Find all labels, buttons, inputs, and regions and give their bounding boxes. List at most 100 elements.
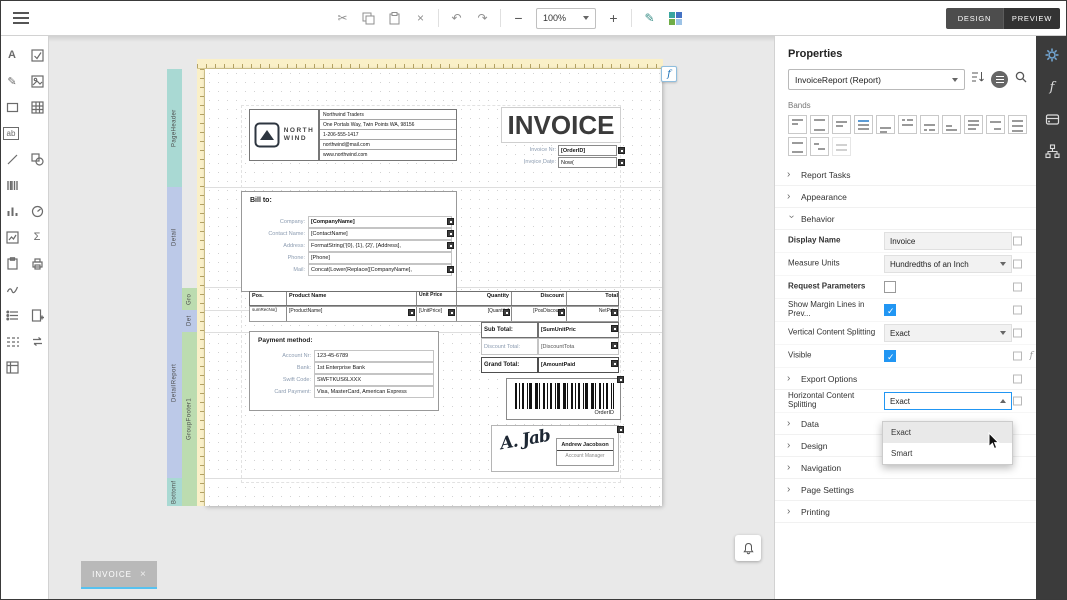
dashed-list-component-icon[interactable] [3,332,21,350]
lock-badge-icon[interactable] [617,426,624,433]
grand-total-value[interactable]: [AmountPaid [538,357,619,373]
prop-mini-checkbox[interactable] [1013,283,1022,292]
lock-badge-icon[interactable] [448,309,455,316]
lock-badge-icon[interactable] [618,159,625,166]
style-pencil-icon[interactable]: ✎ [641,10,658,27]
measure-units-select[interactable]: Hundredths of an Inch [884,255,1012,273]
checkbox-tool-icon[interactable] [28,46,46,64]
payment-row[interactable]: Bank: 1st Enterprise Bank [256,362,434,374]
display-name-input[interactable]: Invoice [884,232,1012,250]
payment-row[interactable]: Card Payment: Visa, MasterCard, American… [256,386,434,398]
header-cell[interactable]: Product Name [287,292,417,305]
hamburger-menu-icon[interactable] [13,12,29,24]
copy-icon[interactable] [360,10,377,27]
band-icon-hierarchical[interactable] [810,137,829,156]
section-export-options[interactable]: ›Export Options [775,368,1036,390]
lock-badge-icon[interactable] [447,242,454,249]
signature-tool-icon[interactable] [3,280,21,298]
components-grid-icon[interactable] [667,10,684,27]
company-info-row[interactable]: northwind@mail.com [320,140,456,150]
items-table-header[interactable]: Pos. Product Name Unit Price Quantity Di… [249,291,619,306]
section-report-tasks[interactable]: ›Report Tasks [775,164,1036,186]
discount-total-value[interactable]: [DiscountTota [538,338,619,355]
design-mode-button[interactable]: DESIGN [946,8,1003,29]
invoice-title-element[interactable]: INVOICE [501,107,621,143]
lock-badge-icon[interactable] [617,376,624,383]
prop-mini-checkbox[interactable] [1013,329,1022,338]
invoice-nr-label[interactable]: Invoice Nr: [493,145,556,156]
grand-total-row[interactable]: Grand Total: [AmountPaid [481,357,619,373]
header-cell[interactable]: Discount [512,292,567,305]
band-bottom[interactable]: Bottomf [167,478,182,506]
company-info-row[interactable]: One Portals Way, Twin Points WA, 98156 [320,120,456,130]
band-icon-report-title[interactable] [788,115,807,134]
band-detail[interactable]: Detail [167,187,182,287]
header-cell[interactable]: Unit Price [417,292,457,305]
formula-float-button[interactable]: f [661,66,677,82]
band-icon-page-footer[interactable] [942,115,961,134]
lock-badge-icon[interactable] [408,309,415,316]
bill-row[interactable]: Phone: [Phone] [248,252,452,264]
band-icon-report-summary[interactable] [964,115,983,134]
bill-row[interactable]: Contact Name: [ContactName] [248,228,452,240]
signature-element[interactable]: A. Jab Andrew Jacobson Account Manager [491,425,619,472]
invoice-date-value[interactable]: Now( [558,157,617,168]
lock-badge-icon[interactable] [447,230,454,237]
band-det[interactable]: Det [182,310,197,332]
paste-icon[interactable] [386,10,403,27]
band-icon-page-header[interactable] [810,115,829,134]
band-icon-empty[interactable] [788,137,807,156]
clipboard-tool-icon[interactable] [3,254,21,272]
band-detail-report[interactable]: DetailReport [167,287,182,478]
section-page-settings[interactable]: ›Page Settings [775,479,1036,501]
rectangle-tool-icon[interactable] [3,98,21,116]
prop-mini-checkbox[interactable] [1013,260,1022,269]
payment-row[interactable]: Account Nr: 123-45-6789 [256,350,434,362]
lock-badge-icon[interactable] [611,325,618,332]
search-icon[interactable] [1014,70,1028,89]
detail-cell[interactable]: sumRecNo() [250,307,287,321]
lock-badge-icon[interactable] [503,309,510,316]
section-behavior[interactable]: ›Behavior [775,208,1036,230]
payment-row-value[interactable]: Visa, MasterCard, American Express [314,386,434,398]
page-tab-invoice[interactable]: INVOICE × [81,561,157,587]
band-group-header[interactable]: Gro [182,288,197,310]
table-tool-icon[interactable] [28,98,46,116]
bill-to-header[interactable]: Bill to: [250,197,272,204]
bill-row-value[interactable]: [ContactName] [308,228,452,240]
lock-badge-icon[interactable] [611,309,618,316]
barcode-tool-icon[interactable] [3,176,21,194]
band-icon-data[interactable] [854,115,873,134]
bill-row-value[interactable]: FormatString('{0}, {1}, {2}', [Address], [308,240,452,252]
prop-mini-checkbox[interactable] [1013,352,1022,361]
list-component-icon[interactable] [3,306,21,324]
bill-to-panel[interactable]: Bill to: Company: [CompanyName] Contact … [241,191,457,292]
dictionary-icon[interactable] [1043,110,1061,128]
sparkline-tool-icon[interactable] [3,228,21,246]
line-tool-icon[interactable] [3,150,21,168]
component-selector[interactable]: InvoiceReport (Report) [788,69,965,90]
payment-method-panel[interactable]: Payment method: Account Nr: 123-45-6789 … [249,331,439,411]
image-tool-icon[interactable] [28,72,46,90]
crosstab-component-icon[interactable] [3,358,21,376]
invoice-date-label[interactable]: Invoice Date: [493,157,556,168]
section-printing[interactable]: ›Printing [775,501,1036,523]
prop-mini-checkbox[interactable] [1013,306,1022,315]
text-tool-icon[interactable]: A [3,46,21,64]
swap-component-icon[interactable] [28,332,46,350]
bill-row[interactable]: Company: [CompanyName] [248,216,452,228]
sub-total-row[interactable]: Sub Total: [SumUnitPric [481,322,619,338]
redo-icon[interactable]: ↷ [474,10,491,27]
report-tree-icon[interactable] [1043,142,1061,160]
header-cell[interactable]: Pos. [250,292,287,305]
header-cell[interactable]: Quantity [457,292,512,305]
chart-tool-icon[interactable] [3,202,21,220]
band-icon-column-header[interactable] [898,115,917,134]
band-page-header[interactable]: PageHeader [167,69,182,187]
bill-row-value[interactable]: [CompanyName] [308,216,452,228]
zoom-out-icon[interactable]: − [510,10,527,27]
detail-cell[interactable]: [ProductName] [287,307,417,321]
lock-badge-icon[interactable] [447,266,454,273]
band-icon-group-header[interactable] [832,115,851,134]
functions-icon[interactable]: f [1043,78,1061,96]
